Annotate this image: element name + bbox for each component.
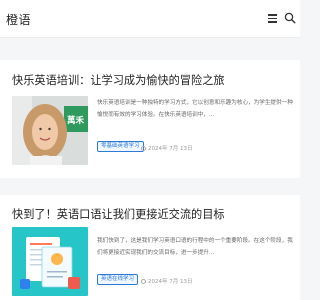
clock-icon (141, 278, 146, 284)
article-excerpt: 快乐英语培训是一种独特的学习方式，它以创意和乐趣为核心，为学生提供一种愉悦而有效… (97, 100, 293, 118)
date-text: 2024年 7月 13日 (148, 146, 193, 152)
article-title[interactable]: 快乐英语培训：让学习成为愉快的冒险之旅 (12, 72, 225, 88)
article-title[interactable]: 快到了！英语口语让我们更接近交流的目标 (12, 206, 225, 222)
article-excerpt: 我们快到了，这是我们学习英语口语的行程中的一个重要阶段。在这个阶段，我们将更接近… (97, 238, 293, 256)
article-card: 快到了！英语口语让我们更接近交流的目标 我们快到了，这是我们学习英语口语的行程中… (0, 195, 300, 300)
article-thumbnail[interactable]: 萬禾 (12, 96, 88, 165)
woman-photo-image: 萬禾 (12, 96, 88, 165)
site-header: 橙语 (0, 0, 300, 38)
article-date: 2024年 7月 13日 (141, 144, 193, 152)
site-logo[interactable]: 橙语 (6, 11, 31, 28)
search-icon[interactable] (284, 12, 296, 24)
article-date: 2024年 7月 13日 (141, 277, 193, 285)
article-card: 快乐英语培训：让学习成为愉快的冒险之旅 萬禾 快乐英语培训是一种独特的学习方式，… (0, 60, 300, 178)
date-text: 2024年 7月 13日 (148, 279, 193, 285)
documents-illustration-image (12, 227, 88, 296)
category-tag[interactable]: 英语在线学习 (97, 274, 139, 285)
article-thumbnail[interactable] (12, 227, 88, 296)
menu-icon[interactable] (268, 14, 277, 23)
clock-icon (141, 145, 146, 151)
sign-text: 萬禾 (67, 115, 85, 126)
category-tag[interactable]: 零基础英语学习 (97, 141, 144, 152)
